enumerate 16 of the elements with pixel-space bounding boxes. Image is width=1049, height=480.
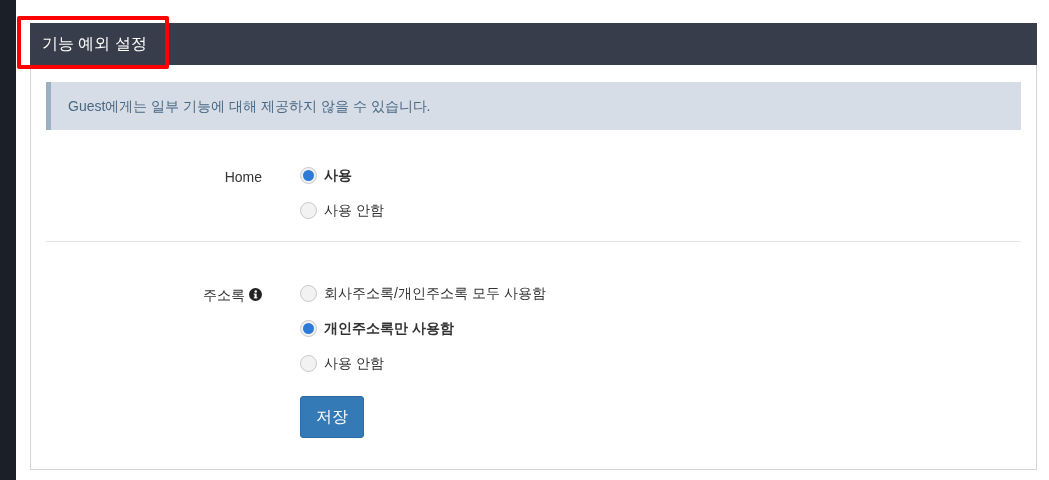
radio-button[interactable] [300, 319, 317, 337]
radio-option[interactable]: 사용 안함 [300, 352, 546, 374]
radio-button[interactable] [300, 354, 317, 372]
setting-label: Home [224, 168, 262, 187]
panel-title: 기능 예외 설정 [42, 34, 147, 54]
radio-option[interactable]: 사용 안함 [300, 199, 384, 221]
radio-button[interactable] [300, 201, 317, 219]
radio-option[interactable]: 개인주소록만 사용함 [300, 317, 546, 339]
radio-option[interactable]: 회사주소록/개인주소록 모두 사용함 [300, 282, 546, 304]
info-icon [249, 288, 262, 301]
radio-button[interactable] [300, 166, 317, 184]
notice-text: Guest에게는 일부 기능에 대해 제공하지 않을 수 있습니다. [68, 96, 431, 116]
setting-label: 주소록 [203, 286, 245, 305]
radio-button[interactable] [300, 284, 317, 302]
save-button[interactable]: 저장 [300, 396, 364, 438]
radio-option[interactable]: 사용 [300, 164, 384, 186]
